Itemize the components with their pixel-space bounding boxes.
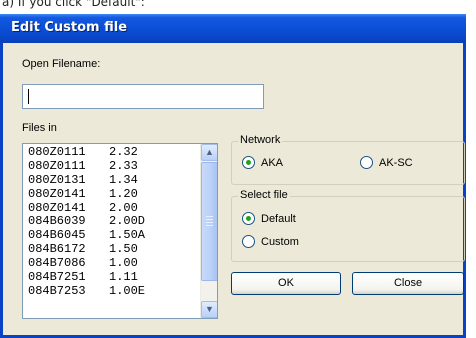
file-name: 080Z0131 — [28, 172, 86, 187]
list-item[interactable]: 080Z0131 1.34 — [28, 173, 145, 187]
file-version: 2.32 — [109, 145, 138, 159]
file-name: 080Z0141 — [28, 200, 86, 215]
file-version: 2.00 — [109, 200, 138, 215]
file-name: 080Z0141 — [28, 186, 86, 201]
open-filename-label: Open Filename: — [22, 58, 101, 70]
list-item[interactable]: 084B6172 1.50 — [28, 242, 145, 256]
open-filename-input[interactable] — [22, 84, 264, 109]
file-name: 084B6045 — [28, 228, 86, 243]
file-name: 080Z0111 — [28, 145, 86, 159]
file-name: 084B7086 — [28, 256, 86, 271]
list-item[interactable]: 084B6045 1.50A — [28, 228, 145, 242]
radio-selected-icon — [242, 212, 255, 225]
files-list: 080Z0111 2.32 080Z0111 2.33 080Z0131 1.34 080Z… — [28, 145, 145, 298]
radio-default[interactable]: Default — [242, 212, 296, 225]
file-name: 084B7253 — [28, 283, 86, 298]
radio-default-label: Default — [261, 212, 296, 225]
radio-aka[interactable]: AKA — [242, 156, 283, 169]
file-version: 1.20 — [109, 186, 138, 201]
file-name: 084B6172 — [28, 242, 86, 257]
close-button[interactable]: Close — [352, 272, 464, 295]
radio-unselected-icon — [242, 235, 255, 248]
list-item[interactable]: 084B7253 1.00E — [28, 284, 145, 298]
radio-custom[interactable]: Custom — [242, 235, 299, 248]
ok-button[interactable]: OK — [231, 272, 341, 295]
list-item[interactable]: 084B7251 1.11 — [28, 270, 145, 284]
text-caret — [28, 89, 29, 104]
list-item[interactable]: 084B6039 2.00D — [28, 214, 146, 229]
list-item[interactable]: 084B7086 1.00 — [28, 256, 145, 270]
radio-aka-label: AKA — [261, 156, 284, 169]
file-version: 2.00D — [109, 214, 146, 229]
network-group: Network AKA AK-SC — [231, 134, 465, 185]
select-file-group-title: Select file — [238, 189, 290, 201]
list-item[interactable]: 080Z0111 2.33 — [28, 159, 145, 173]
file-version: 1.50 — [109, 242, 138, 257]
chevron-down-icon[interactable]: ▼ — [201, 301, 217, 318]
radio-selected-icon — [242, 156, 255, 169]
file-version: 1.50A — [109, 228, 146, 243]
file-version: 2.33 — [109, 158, 138, 173]
list-item[interactable]: 080Z0141 1.20 — [28, 187, 145, 201]
radio-custom-label: Custom — [261, 235, 299, 248]
scroll-thumb[interactable] — [201, 162, 217, 281]
file-version: 1.00E — [109, 283, 146, 298]
radio-ak-sc[interactable]: AK-SC — [360, 156, 413, 169]
list-item[interactable]: 080Z0111 2.32 — [28, 145, 145, 159]
file-name: 080Z0111 — [28, 158, 86, 173]
radio-unselected-icon — [360, 156, 373, 169]
network-group-title: Network — [238, 134, 283, 146]
file-version: 1.34 — [109, 172, 138, 187]
file-name: 084B6039 — [28, 214, 86, 229]
select-file-group: Select file Default Custom — [231, 189, 465, 262]
radio-ak-sc-label: AK-SC — [379, 156, 413, 169]
files-listbox[interactable]: 080Z0111 2.32 080Z0111 2.33 080Z0131 1.34 080Z… — [22, 143, 218, 319]
files-in-label: Files in — [22, 122, 57, 134]
edit-custom-file-dialog: Edit Custom file Open Filename: Files in… — [0, 14, 466, 338]
file-name: 084B7251 — [28, 270, 86, 285]
list-item[interactable]: 080Z0141 2.00 — [28, 201, 145, 215]
page-caption: a) If you click "Default": — [0, 0, 476, 14]
chevron-up-icon[interactable]: ▲ — [201, 144, 217, 161]
list-scrollbar[interactable]: ▲ ▼ — [200, 144, 217, 318]
file-version: 1.00 — [109, 256, 138, 271]
dialog-title: Edit Custom file — [0, 14, 466, 43]
file-version: 1.11 — [109, 270, 138, 285]
